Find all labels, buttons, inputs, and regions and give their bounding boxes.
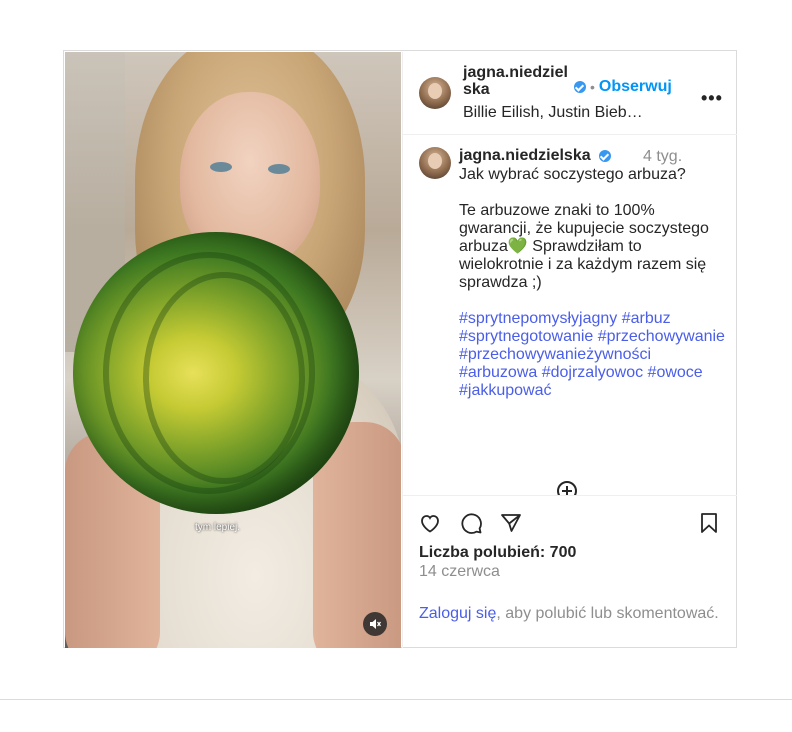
comment-username[interactable]: jagna.niedzielska (459, 147, 612, 165)
comment-bubble-icon (461, 513, 482, 534)
comment-username-text[interactable]: jagna.niedzielska (459, 147, 591, 164)
video-eye-left (210, 162, 232, 172)
heart-icon (421, 515, 439, 533)
caption-text: Jak wybrać soczystego arbuza? Te arbuzow… (459, 166, 729, 400)
mute-button[interactable] (363, 612, 387, 636)
video-caption-overlay: tym lepiej. (195, 522, 241, 533)
caption-body: Jak wybrać soczystego arbuza? Te arbuzow… (459, 166, 709, 291)
paper-plane-icon (501, 514, 521, 532)
more-options-icon[interactable]: ••• (701, 88, 723, 109)
load-more-comments-icon[interactable] (557, 481, 577, 495)
comment-avatar[interactable] (419, 147, 451, 179)
instagram-post: tym lepiej. jagna.niedzielska • Obserwuj… (63, 50, 737, 648)
login-prompt: Zaloguj się, aby polubić lub skomentować… (419, 605, 719, 623)
comment-timestamp[interactable]: 4 tyg. (643, 148, 682, 166)
login-link[interactable]: Zaloguj się (419, 605, 496, 622)
bookmark-icon (701, 513, 717, 533)
header-meta: • Obserwuj (574, 78, 672, 96)
verified-badge-icon (574, 81, 586, 93)
caption-hashtags[interactable]: #sprytnepomysłyjagny #arbuz #sprytnegoto… (459, 310, 725, 399)
comments-section: jagna.niedzielska 4 tyg. Jak wybrać socz… (403, 135, 737, 495)
watermelon-stripe (143, 272, 305, 484)
post-side-panel: jagna.niedzielska • Obserwuj Billie Eili… (402, 52, 737, 648)
like-button[interactable] (417, 510, 443, 536)
speaker-muted-icon (370, 619, 382, 629)
header-username-text[interactable]: jagna.niedzielska (463, 64, 568, 98)
post-video[interactable]: tym lepiej. (65, 52, 401, 648)
page-divider (0, 699, 792, 700)
post-actions: Liczba polubień: 700 14 czerwca Zaloguj … (403, 495, 737, 649)
likes-count[interactable]: Liczba polubień: 700 (419, 544, 576, 562)
post-header: jagna.niedzielska • Obserwuj Billie Eili… (403, 52, 737, 135)
header-username[interactable]: jagna.niedzielska (463, 64, 573, 98)
separator-dot: • (590, 79, 595, 95)
verified-badge-icon (599, 149, 612, 162)
share-button[interactable] (498, 510, 524, 536)
video-watermelon (73, 232, 359, 514)
save-button[interactable] (696, 510, 722, 536)
post-date[interactable]: 14 czerwca (419, 563, 500, 581)
audio-track-link[interactable]: Billie Eilish, Justin Bieb… (463, 104, 643, 122)
login-prompt-text: , aby polubić lub skomentować. (496, 605, 719, 622)
follow-button[interactable]: Obserwuj (599, 78, 672, 96)
avatar[interactable] (419, 77, 451, 109)
comment-button[interactable] (458, 510, 484, 536)
video-eye-right (268, 164, 290, 174)
